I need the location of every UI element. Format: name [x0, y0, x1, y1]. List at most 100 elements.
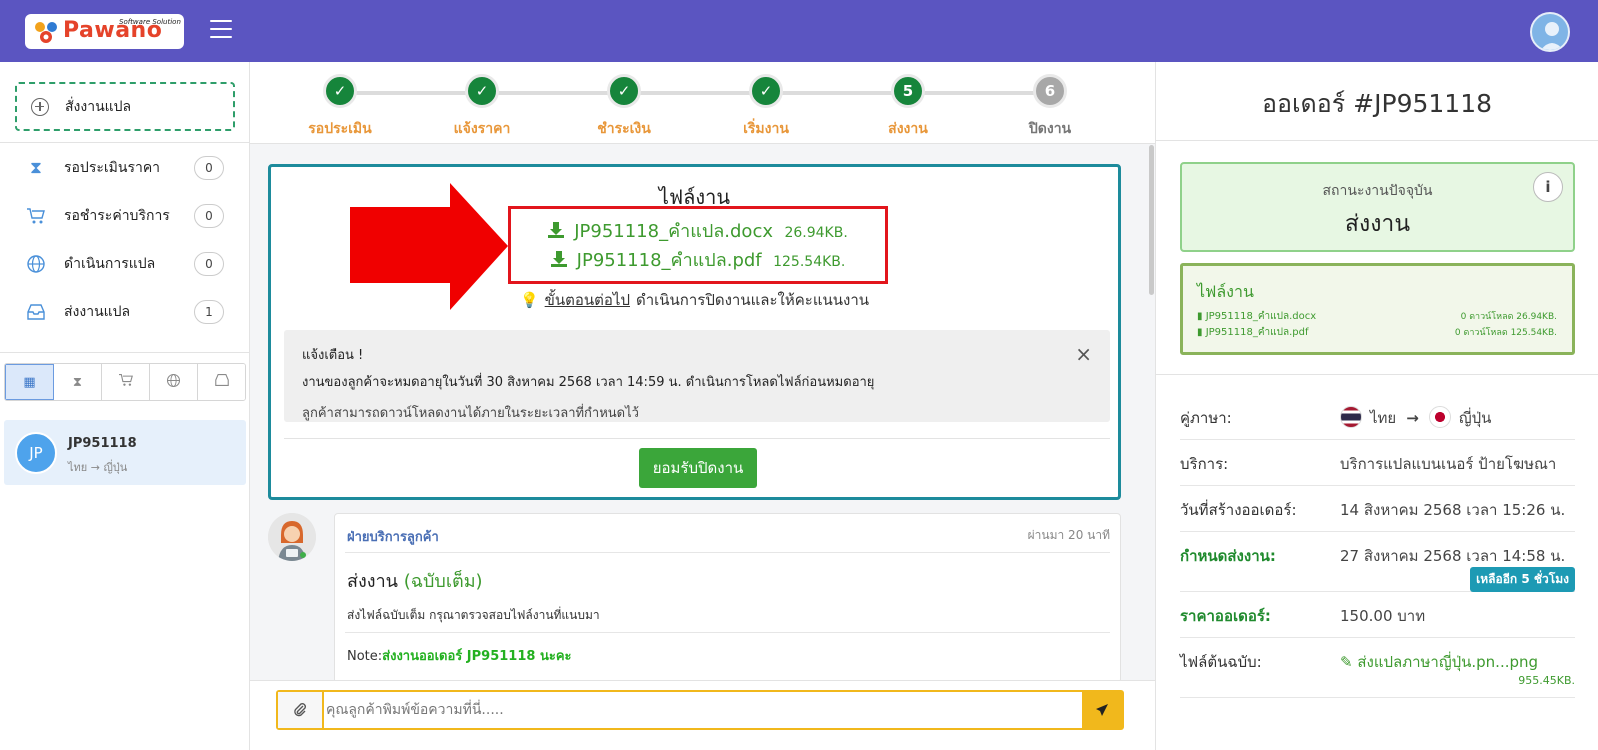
- japan-flag-icon: [1428, 406, 1451, 428]
- source-file-row: ไฟล์ต้นฉบับ: ✎ ส่งแปลภาษาญี่ปุ่น.pn...pn…: [1180, 638, 1575, 698]
- user-silhouette-icon: [1540, 22, 1564, 50]
- step-number: 6: [1033, 74, 1067, 108]
- source-file-link[interactable]: ส่งแปลภาษาญี่ปุ่น.pn...png: [1357, 653, 1538, 671]
- check-icon: ✓: [323, 74, 357, 108]
- source-file-size: 955.45KB.: [1518, 674, 1575, 687]
- sidebar-item-label: ดำเนินการแปล: [64, 256, 156, 272]
- sidebar-item-awaiting-quote[interactable]: ⧗ รอประเมินราคา 0: [0, 144, 250, 192]
- brand-logo[interactable]: Software Solution Pawano: [25, 14, 184, 49]
- paperclip-icon[interactable]: [278, 692, 324, 728]
- order-progress-steps: ✓ รอประเมิน ✓ แจ้งราคา ✓ ชำระเงิน ✓ เริ่…: [250, 62, 1155, 144]
- alert-message: งานของลูกค้าจะหมดอายุในวันที่ 30 สิงหาคม…: [302, 375, 875, 390]
- download-file-docx[interactable]: JP951118_คำแปล.docx 26.94KB.: [511, 216, 885, 245]
- count-badge: 0: [194, 252, 224, 276]
- note-prefix: Note:: [347, 649, 383, 664]
- divider: [345, 552, 1110, 553]
- filter-tab-awaiting-quote[interactable]: ⧗: [54, 364, 102, 400]
- language-pair-value: ไทย → ญี่ปุ่น: [1340, 406, 1491, 430]
- arrow-right-icon: →: [1406, 409, 1419, 427]
- expiry-alert: แจ้งเตือน ! งานของลูกค้าจะหมดอายุในวันที…: [284, 330, 1110, 422]
- step-close: 6 ปิดงาน: [980, 74, 1120, 140]
- price-value: 150.00 บาท: [1340, 607, 1426, 625]
- message-input[interactable]: [326, 696, 1071, 724]
- service-value: บริการแปลแบนเนอร์ ป้ายโฆษณา: [1340, 455, 1557, 473]
- target-language: ญี่ปุ่น: [1458, 409, 1492, 427]
- grid-icon: ▦: [23, 374, 36, 390]
- filter-tab-translating[interactable]: [150, 364, 198, 400]
- info-icon[interactable]: i: [1533, 172, 1563, 202]
- message-bubble: ฝ่ายบริการลูกค้า ผ่านมา 20 นาที ส่งงาน (…: [334, 513, 1121, 680]
- note-text: ส่งงานออเดอร์ JP951118 นะคะ: [382, 649, 572, 664]
- close-icon[interactable]: ×: [1075, 342, 1092, 366]
- plus-circle-icon: [31, 97, 49, 116]
- file-link[interactable]: JP951118_คำแปล.pdf: [1197, 327, 1308, 338]
- step-deliver: 5 ส่งงาน: [838, 74, 978, 140]
- count-badge: 1: [194, 300, 224, 324]
- source-file-value: ✎ ส่งแปลภาษาญี่ปุ่น.pn...png: [1340, 650, 1538, 674]
- order-list-item[interactable]: JP JP951118 ไทย → ญี่ปุ่น: [4, 420, 246, 485]
- file-size: 26.94KB.: [784, 225, 848, 241]
- sidebar-item-label: รอชำระค่าบริการ: [64, 208, 170, 224]
- globe-icon: [26, 254, 46, 274]
- language-pair-label: คู่ภาษา:: [1180, 409, 1232, 427]
- accept-close-button[interactable]: ยอมรับปิดงาน: [639, 448, 757, 488]
- cart-icon: [26, 206, 46, 226]
- thai-flag-icon: [1340, 406, 1362, 428]
- file-download-info: 0 ดาวน์โหลด 26.94KB.: [1460, 312, 1557, 322]
- inbox-icon: [26, 302, 46, 322]
- next-step-link[interactable]: ขั้นตอนต่อไป: [545, 291, 630, 309]
- file-link[interactable]: JP951118_คำแปล.docx: [1197, 311, 1316, 322]
- chat-message: ฝ่ายบริการลูกค้า ผ่านมา 20 นาที ส่งงาน (…: [268, 513, 1121, 680]
- top-navbar: Software Solution Pawano: [0, 0, 1598, 62]
- step-label: ส่งงาน: [888, 121, 928, 137]
- agent-icon: [268, 513, 316, 561]
- file-download-info: 0 ดาวน์โหลด 125.54KB.: [1454, 328, 1557, 338]
- status-label: สถานะงานปัจจุบัน: [1322, 183, 1433, 199]
- send-button[interactable]: [1082, 692, 1122, 728]
- count-badge: 0: [194, 156, 224, 180]
- divider: [284, 438, 1110, 439]
- count-badge: 0: [194, 204, 224, 228]
- file-name: JP951118_คำแปล.docx: [574, 221, 773, 242]
- filter-tab-all[interactable]: ▦: [5, 364, 54, 400]
- message-text: ส่งไฟล์ฉบับเต็ม กรุณาตรวจสอบไฟล์งานที่แน…: [347, 608, 600, 622]
- globe-icon: [166, 373, 181, 392]
- step-label: ปิดงาน: [1028, 121, 1072, 137]
- files-card-title: ไฟล์งาน: [1197, 282, 1254, 301]
- cart-icon: [118, 373, 134, 391]
- new-order-button[interactable]: สั่งงานแปล: [15, 82, 235, 131]
- sidebar-item-translating[interactable]: ดำเนินการแปล 0: [0, 240, 250, 288]
- file-row: JP951118_คำแปล.docx 0 ดาวน์โหลด 26.94KB.: [1197, 309, 1557, 324]
- order-language-pair: ไทย → ญี่ปุ่น: [68, 461, 128, 474]
- due-date-label: กำหนดส่งงาน:: [1180, 547, 1276, 565]
- send-icon: [1096, 704, 1108, 716]
- chat-scrollbar[interactable]: [1149, 145, 1154, 295]
- delivered-files-box: ไฟล์งาน JP951118_คำแปล.docx 26.94KB. JP9…: [268, 164, 1121, 500]
- alert-title: แจ้งเตือน !: [302, 348, 364, 363]
- order-details-panel: ออเดอร์ #JP951118 สถานะงานปัจจุบัน ส่งงา…: [1155, 62, 1598, 750]
- order-title: ออเดอร์ #JP951118: [1261, 89, 1493, 118]
- current-status-card: สถานะงานปัจจุบัน ส่งงาน i: [1180, 162, 1575, 252]
- due-date-value: 27 สิงหาคม 2568 เวลา 14:58 น.: [1340, 547, 1566, 565]
- order-avatar: JP: [15, 432, 57, 474]
- menu-toggle-icon[interactable]: [210, 20, 232, 40]
- support-agent-avatar: [268, 513, 316, 561]
- check-icon: ✓: [607, 74, 641, 108]
- inbox-icon: [214, 373, 230, 391]
- sidebar-item-delivered[interactable]: ส่งงานแปล 1: [0, 288, 250, 336]
- divider: [1156, 374, 1598, 375]
- step-label: ชำระเงิน: [597, 121, 651, 137]
- filter-tab-delivered[interactable]: [198, 364, 245, 400]
- language-pair-row: คู่ภาษา: ไทย → ญี่ปุ่น: [1180, 394, 1575, 440]
- hourglass-icon: ⧗: [72, 374, 83, 390]
- sidebar-item-label: ส่งงานแปล: [64, 304, 131, 320]
- status-value: ส่งงาน: [1344, 211, 1411, 237]
- user-avatar[interactable]: [1530, 12, 1570, 52]
- file-name: JP951118_คำแปล.pdf: [576, 250, 762, 271]
- download-file-pdf[interactable]: JP951118_คำแปล.pdf 125.54KB.: [511, 245, 885, 274]
- new-order-label: สั่งงานแปล: [65, 98, 132, 115]
- paperclip-icon: ✎: [1340, 653, 1358, 671]
- created-date-value: 14 สิงหาคม 2568 เวลา 15:26 น.: [1340, 501, 1566, 519]
- filter-tab-awaiting-payment[interactable]: [102, 364, 150, 400]
- sidebar-item-awaiting-payment[interactable]: รอชำระค่าบริการ 0: [0, 192, 250, 240]
